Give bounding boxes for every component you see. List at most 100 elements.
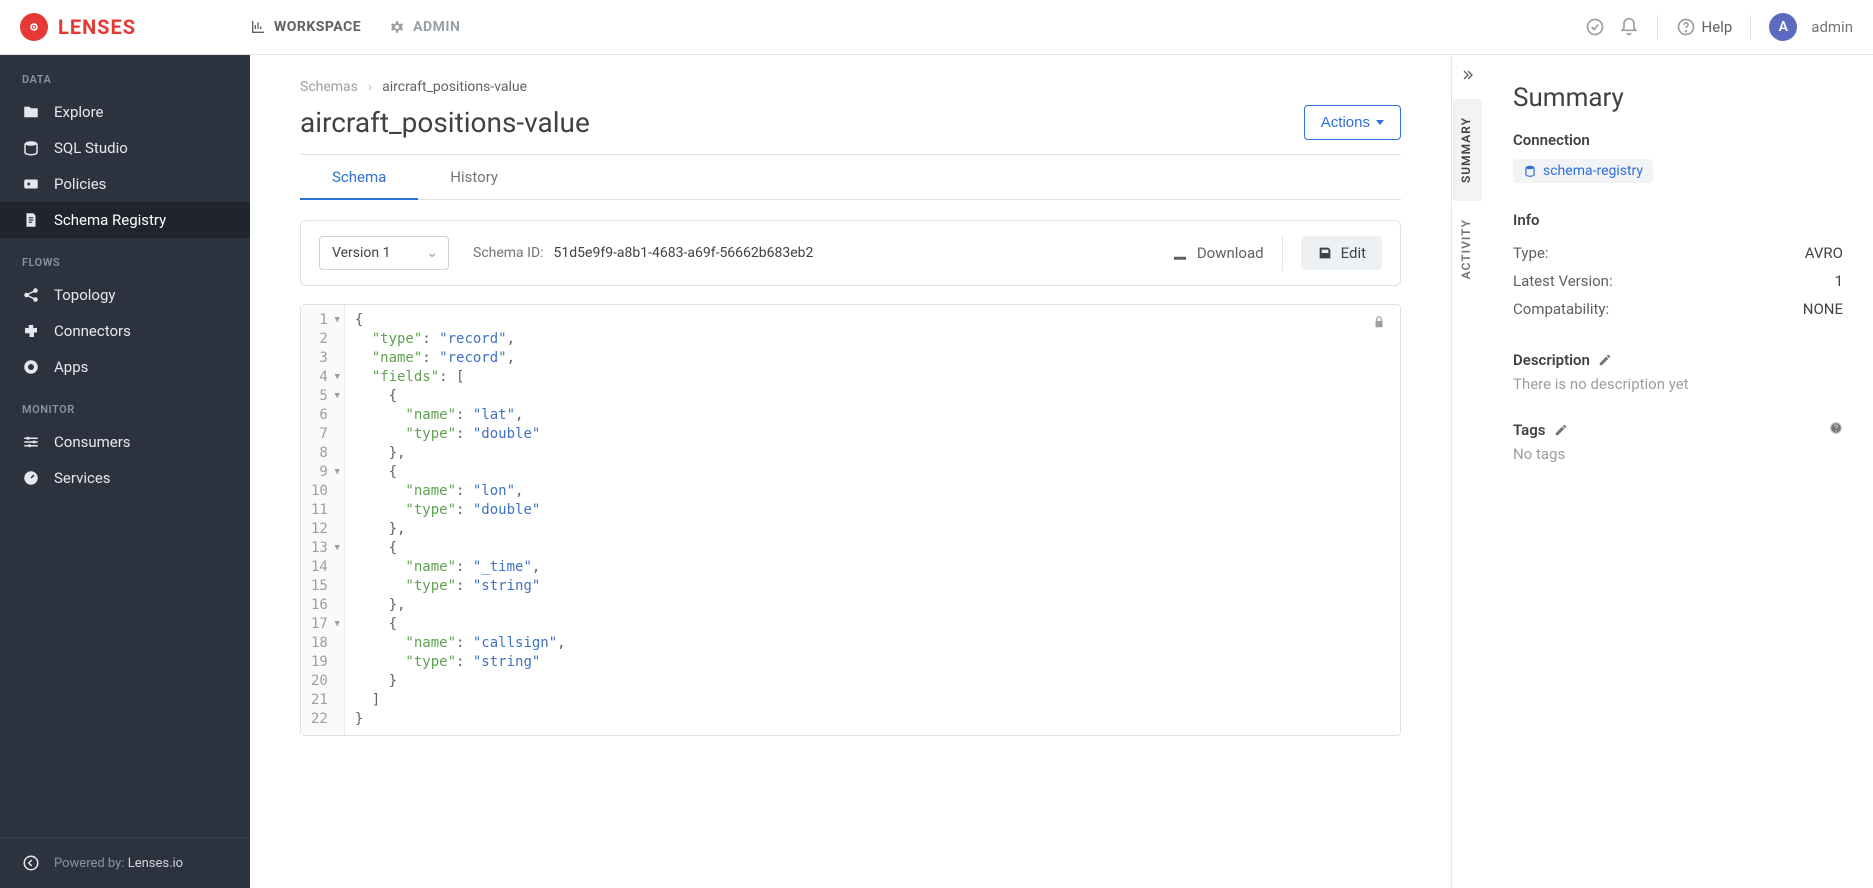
line-number: 9 [319,463,327,482]
code-editor[interactable]: 1▼ 2 3 4▼ 5▼ 6 7 8 9▼ 10 11 12 13▼ 14 15… [300,304,1401,736]
connection-value: schema-registry [1543,163,1643,179]
sidebar-section-monitor: MONITOR [0,385,250,424]
separator [1750,15,1751,39]
document-icon [22,211,40,229]
top-nav: WORKSPACE ADMIN [250,19,460,35]
sidebar-item-sql[interactable]: SQL Studio [0,130,250,166]
powered-by-brand[interactable]: Lenses.io [128,856,183,871]
bar-chart-icon [250,19,266,35]
edit-button[interactable]: Edit [1301,236,1382,270]
line-number: 5 [319,387,327,406]
database-icon [1523,164,1537,178]
logo-icon [20,13,48,41]
info-key: Latest Version: [1513,272,1613,290]
sidebar-footer: Powered by: Lenses.io [0,837,250,888]
line-number: 3 [319,349,327,368]
gear-icon [389,19,405,35]
save-icon [1317,245,1333,261]
sidebar-item-policies[interactable]: Policies [0,166,250,202]
sidebar-item-consumers[interactable]: Consumers [0,424,250,460]
sidebar-item-label: Explore [54,103,104,121]
schema-id-label: Schema ID: [473,245,544,261]
status-icon[interactable] [1585,17,1605,37]
nav-admin[interactable]: ADMIN [389,19,460,35]
line-number: 7 [319,425,327,444]
sidebar-item-explore[interactable]: Explore [0,94,250,130]
logo-text: LENSES [58,15,136,39]
sidebar-item-schema-registry[interactable]: Schema Registry [0,202,250,238]
download-button[interactable]: Download [1171,244,1264,262]
tags-label: Tags [1513,421,1546,439]
breadcrumb-current: aircraft_positions-value [382,79,527,95]
version-label: Version 1 [332,245,390,261]
help-icon[interactable] [1829,421,1843,439]
sidebar-section-flows: FLOWS [0,238,250,277]
content: Schemas › aircraft_positions-value aircr… [250,55,1451,888]
topbar: LENSES WORKSPACE ADMIN Help A admin [0,0,1873,55]
code-body[interactable]: { "type": "record", "name": "record", "f… [345,305,1400,735]
sidebar-item-services[interactable]: Services [0,460,250,496]
info-value: NONE [1803,300,1843,318]
edit-icon[interactable] [1598,353,1612,367]
nav-workspace[interactable]: WORKSPACE [250,19,361,35]
line-number: 15 [311,577,328,596]
line-number: 11 [311,501,328,520]
tabs: Schema History [300,154,1401,200]
connection-chip[interactable]: schema-registry [1513,159,1653,183]
powered-by-label: Powered by: [54,856,128,871]
download-label: Download [1197,244,1264,262]
schema-id-value: 51d5e9f9-a8b1-4683-a69f-56662b683eb2 [554,244,814,262]
rail-tab-summary[interactable]: SUMMARY [1453,99,1482,201]
record-icon [22,358,40,376]
sidebar-item-label: Consumers [54,433,131,451]
sidebar-item-topology[interactable]: Topology [0,277,250,313]
actions-label: Actions [1321,114,1370,131]
chevron-down-icon: ⌄ [426,245,438,261]
help-button[interactable]: Help [1676,17,1733,37]
avatar[interactable]: A [1769,13,1797,41]
version-select[interactable]: Version 1 ⌄ [319,236,449,270]
tab-schema[interactable]: Schema [300,155,418,199]
line-number: 4 [319,368,327,387]
info-row-latest: Latest Version: 1 [1513,267,1843,295]
rail-tab-activity[interactable]: ACTIVITY [1453,201,1482,297]
sidebar: DATA Explore SQL Studio Policies Schema … [0,55,250,888]
description-empty: There is no description yet [1513,375,1843,393]
bell-icon[interactable] [1619,17,1639,37]
line-number: 13 [311,539,328,558]
line-number: 6 [319,406,327,425]
line-number: 2 [319,330,327,349]
breadcrumb-root[interactable]: Schemas [300,79,358,95]
schema-id: Schema ID: 51d5e9f9-a8b1-4683-a69f-56662… [473,244,813,262]
tab-history[interactable]: History [418,155,530,199]
caret-down-icon [1376,120,1384,125]
sidebar-item-connectors[interactable]: Connectors [0,313,250,349]
gutter: 1▼ 2 3 4▼ 5▼ 6 7 8 9▼ 10 11 12 13▼ 14 15… [301,305,345,735]
page-title: aircraft_positions-value [300,106,590,139]
actions-button[interactable]: Actions [1304,105,1401,140]
sidebar-item-apps[interactable]: Apps [0,349,250,385]
sidebar-item-label: Connectors [54,322,131,340]
collapse-panel-icon[interactable] [1460,55,1476,99]
line-number: 1 [319,311,327,330]
username: admin [1811,18,1853,36]
edit-icon[interactable] [1554,423,1568,437]
panel-heading: Summary [1513,83,1843,113]
chevron-right-icon: › [368,79,372,95]
line-number: 22 [311,710,328,729]
logo[interactable]: LENSES [20,13,250,41]
line-number: 18 [311,634,328,653]
puzzle-icon [22,322,40,340]
info-value: 1 [1835,272,1843,290]
back-icon[interactable] [22,854,40,872]
info-row-type: Type: AVRO [1513,239,1843,267]
side-rail: SUMMARY ACTIVITY [1451,55,1483,888]
info-value: AVRO [1805,244,1843,262]
sidebar-item-label: Services [54,469,111,487]
download-icon [1171,244,1189,262]
sidebar-item-label: Topology [54,286,115,304]
line-number: 14 [311,558,328,577]
folder-icon [22,103,40,121]
sidebar-item-label: Apps [54,358,88,376]
connection-label: Connection [1513,131,1843,149]
